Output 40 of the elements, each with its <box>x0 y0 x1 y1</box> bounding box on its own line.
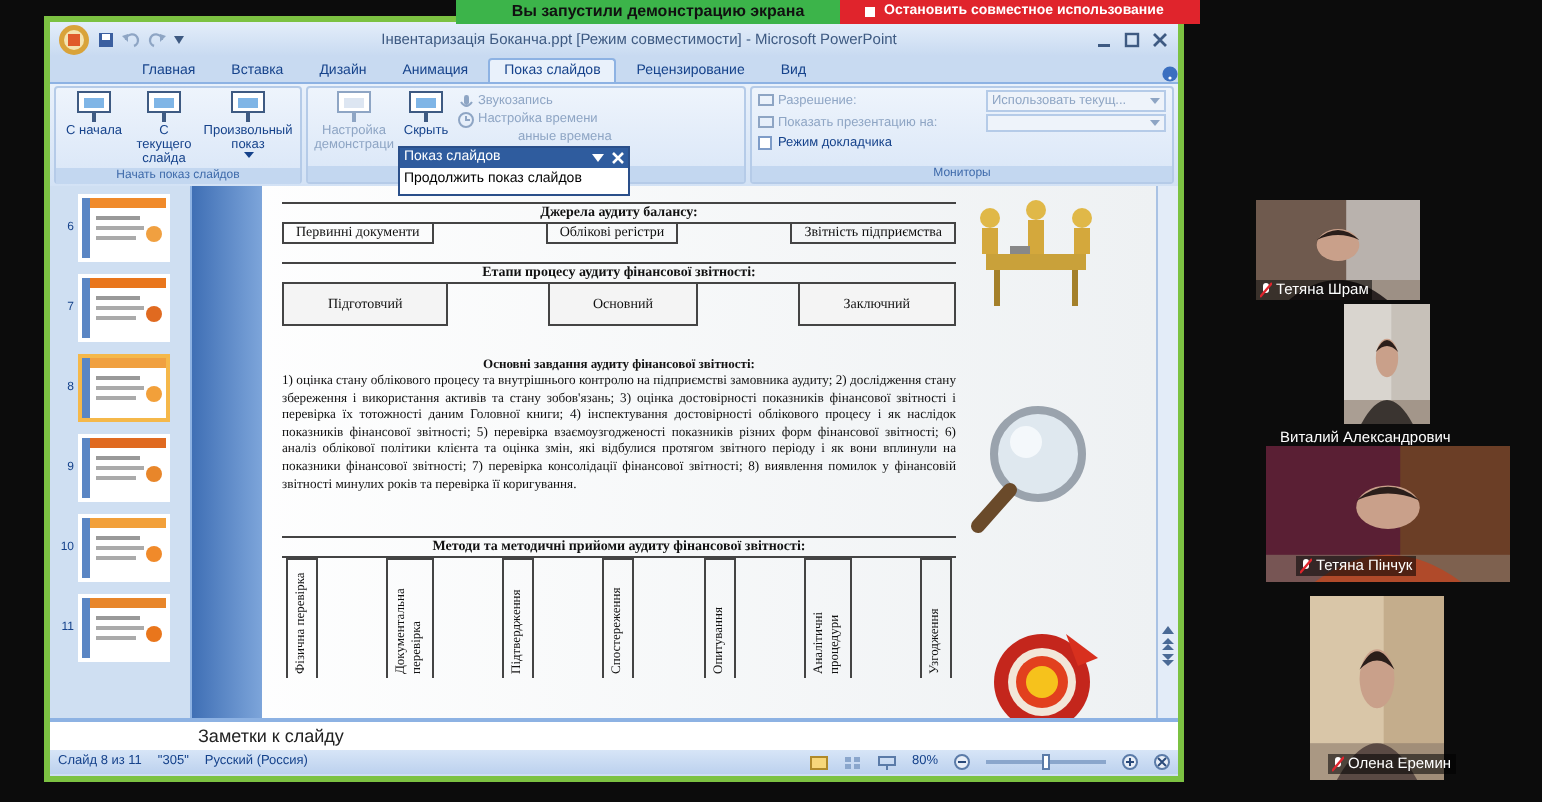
projector-icon <box>406 90 446 124</box>
projector-icon <box>334 90 374 124</box>
save-icon[interactable] <box>98 31 114 47</box>
dropdown-icon[interactable] <box>592 154 604 162</box>
projector-icon <box>74 90 114 124</box>
status-banner: Вы запустили демонстрацию экрана <box>456 0 840 24</box>
redo-icon[interactable] <box>148 31 166 47</box>
projector-icon <box>228 90 268 124</box>
page-up-icon[interactable] <box>1162 638 1174 650</box>
sorter-view-icon[interactable] <box>843 755 862 769</box>
zoom-in-icon[interactable] <box>1122 754 1138 770</box>
zoom-slider-thumb[interactable] <box>1042 754 1050 770</box>
slide-thumbnail[interactable] <box>78 514 170 582</box>
scrollbar[interactable] <box>1156 186 1178 718</box>
fit-window-icon[interactable] <box>1154 754 1170 770</box>
slide-thumbnail[interactable] <box>78 354 170 422</box>
caret-icon <box>1150 120 1160 126</box>
arrow-up-icon[interactable] <box>1162 626 1174 634</box>
slideshow-view-icon[interactable] <box>877 755 896 769</box>
zoom-out-icon[interactable] <box>954 754 970 770</box>
notes-field[interactable]: Заметки к слайду <box>50 718 1178 750</box>
caret-icon <box>243 152 253 158</box>
dropdown-icon[interactable] <box>174 35 184 43</box>
maximize-icon[interactable] <box>1122 31 1142 47</box>
slide-thumbnail[interactable] <box>78 274 170 342</box>
page-down-icon[interactable] <box>1162 654 1174 666</box>
close-icon[interactable] <box>1150 31 1170 47</box>
projector-icon <box>144 90 184 124</box>
normal-view-icon[interactable] <box>809 755 828 769</box>
caret-icon <box>1150 98 1160 104</box>
help-icon[interactable] <box>1162 66 1178 82</box>
office-button-icon[interactable] <box>58 23 90 55</box>
clock-icon <box>458 111 474 127</box>
undo-icon[interactable] <box>122 31 140 47</box>
stop-icon <box>864 6 876 18</box>
slide-thumbnail[interactable] <box>78 434 170 502</box>
presenter-checkbox[interactable] <box>758 136 772 150</box>
slide-thumbnail[interactable] <box>78 594 170 662</box>
slide-thumbnail[interactable] <box>78 194 170 262</box>
microphone-icon <box>458 93 474 109</box>
